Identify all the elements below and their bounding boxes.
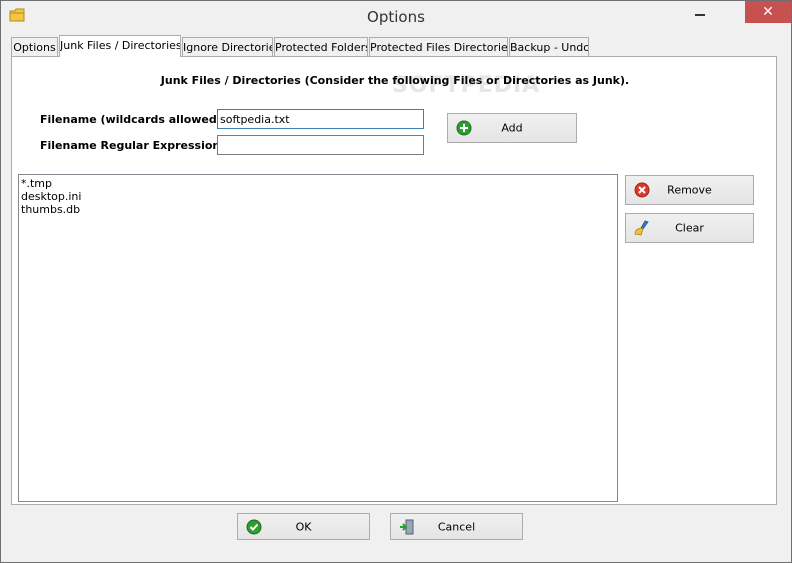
tab-protected-files-directories[interactable]: Protected Files Directories: [369, 37, 508, 56]
tab-ignore-directories[interactable]: Ignore Directories: [182, 37, 273, 56]
clear-button[interactable]: Clear: [625, 213, 754, 243]
close-button[interactable]: ✕: [745, 1, 791, 23]
options-window: Options ✕ Options Junk Files / Directori…: [0, 0, 792, 563]
window-title: Options: [367, 8, 425, 26]
ok-label: OK: [295, 520, 312, 533]
remove-button[interactable]: Remove: [625, 175, 754, 205]
minimize-button[interactable]: [691, 5, 711, 19]
remove-label: Remove: [667, 183, 712, 197]
ok-button[interactable]: OK: [237, 513, 370, 540]
list-item[interactable]: desktop.ini: [21, 190, 615, 203]
junk-list[interactable]: *.tmp desktop.ini thumbs.db: [18, 174, 618, 502]
list-item[interactable]: thumbs.db: [21, 203, 615, 216]
add-button[interactable]: Add: [447, 113, 577, 143]
tab-junk-files-directories[interactable]: Junk Files / Directories: [59, 35, 181, 57]
regex-label: Filename Regular Expression :: [40, 139, 229, 152]
tab-protected-folders[interactable]: Protected Folders: [274, 37, 368, 56]
tab-backup-undo[interactable]: Backup - Undo: [509, 37, 589, 56]
add-label: Add: [501, 121, 523, 135]
junk-files-panel: SOFTPEDIA Junk Files / Directories (Cons…: [11, 56, 777, 505]
cancel-button[interactable]: Cancel: [390, 513, 523, 540]
regex-input[interactable]: [217, 135, 424, 155]
list-item[interactable]: *.tmp: [21, 177, 615, 190]
title-bar[interactable]: Options ✕: [1, 1, 791, 32]
close-icon: ✕: [762, 4, 774, 20]
cancel-label: Cancel: [437, 520, 476, 533]
filename-label: Filename (wildcards allowed) :: [40, 113, 231, 126]
filename-input[interactable]: [217, 109, 424, 129]
clear-label: Clear: [675, 221, 704, 235]
panel-heading: Junk Files / Directories (Consider the f…: [160, 74, 630, 87]
tab-options[interactable]: Options: [11, 37, 58, 56]
